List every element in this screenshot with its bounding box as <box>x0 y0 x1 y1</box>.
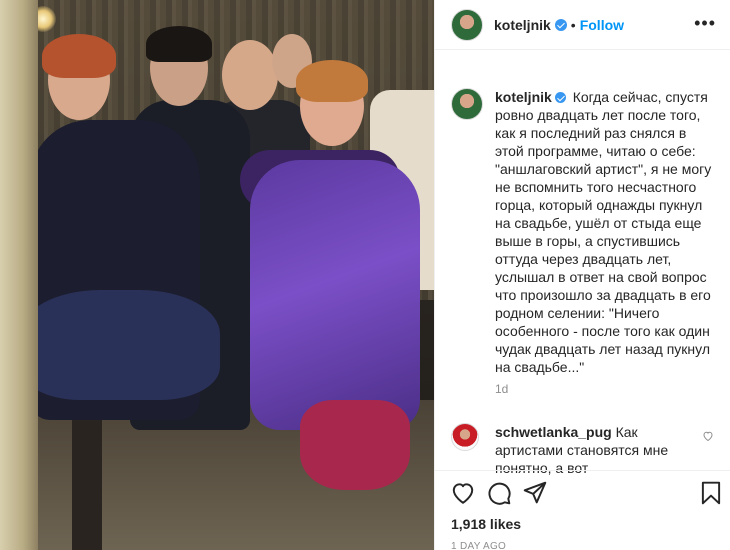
caption-text-block: koteljnik Когда сейчас, спустя ровно два… <box>495 88 717 376</box>
bookmark-icon[interactable] <box>698 480 724 506</box>
verified-badge-icon <box>554 18 567 31</box>
caption-username[interactable]: koteljnik <box>495 89 552 105</box>
caption-author-avatar[interactable] <box>451 88 483 120</box>
post-photo[interactable] <box>0 0 434 550</box>
caption-block: koteljnik Когда сейчас, спустя ровно два… <box>451 88 721 376</box>
commenter-username[interactable]: schwetlanka_pug <box>495 424 612 440</box>
panel-divider <box>434 0 435 550</box>
ellipsis-icon[interactable]: ••• <box>694 14 716 32</box>
actions-divider <box>435 470 730 471</box>
caption-text: Когда сейчас, спустя ровно двадцать лет … <box>495 89 712 375</box>
comment-icon[interactable] <box>486 480 512 506</box>
commenter-avatar[interactable] <box>451 423 479 451</box>
photo-person-man-hair <box>146 26 212 62</box>
post-date[interactable]: 1 DAY AGO <box>451 541 506 550</box>
verified-badge-icon <box>554 92 566 103</box>
photo-purple-dress <box>250 160 420 430</box>
photo-person-back-head <box>222 40 278 110</box>
comment-item: schwetlanka_pug Как артистами становятся… <box>451 423 721 477</box>
action-bar <box>450 480 722 508</box>
likes-count[interactable]: 1,918 likes <box>451 516 521 532</box>
small-heart-icon[interactable] <box>702 430 714 442</box>
caption-timestamp[interactable]: 1d <box>495 382 508 396</box>
photo-red-petticoat <box>300 400 410 490</box>
comment-text-block: schwetlanka_pug Как артистами становятся… <box>495 423 695 477</box>
author-avatar[interactable] <box>451 8 483 41</box>
separator-dot: • <box>570 16 576 33</box>
photo-woman-right-hair <box>296 60 368 102</box>
photo-woman-left-hair <box>42 34 116 78</box>
photo-woman-left-skirt <box>20 290 220 400</box>
photo-pillar <box>0 0 38 550</box>
heart-icon[interactable] <box>450 480 476 506</box>
paper-plane-icon[interactable] <box>522 480 548 506</box>
author-username[interactable]: koteljnik <box>494 17 551 33</box>
post-header: koteljnik • Follow ••• <box>435 0 730 50</box>
follow-button[interactable]: Follow <box>580 17 624 33</box>
